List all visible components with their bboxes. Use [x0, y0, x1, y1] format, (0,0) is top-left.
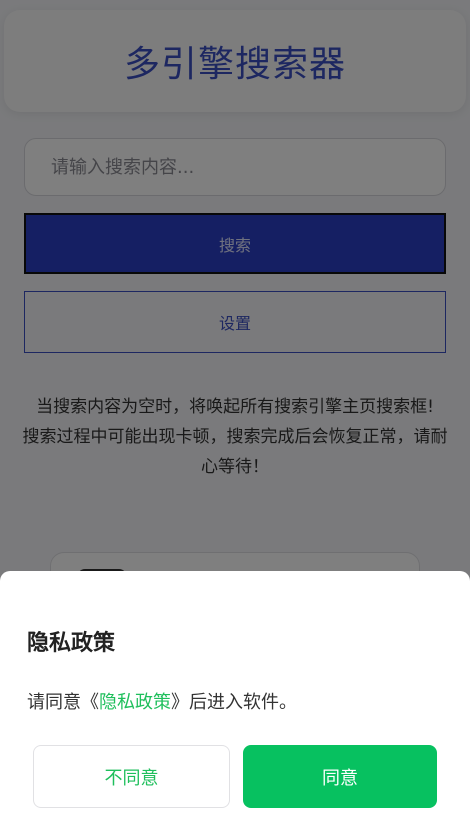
agree-button[interactable]: 同意 — [243, 745, 437, 808]
disagree-button[interactable]: 不同意 — [33, 745, 230, 808]
app-page: 多引擎搜索器 搜索 设置 当搜索内容为空时，将唤起所有搜索引擎主页搜索框! 搜索… — [0, 0, 470, 835]
privacy-dialog-body: 请同意《隐私政策》后进入软件。 — [27, 688, 297, 714]
privacy-dialog: 隐私政策 请同意《隐私政策》后进入软件。 不同意 同意 — [0, 571, 470, 835]
privacy-policy-link[interactable]: 隐私政策 — [99, 692, 171, 713]
privacy-dialog-title: 隐私政策 — [27, 631, 116, 656]
privacy-body-suffix: 》后进入软件。 — [171, 692, 297, 713]
privacy-body-prefix: 请同意《 — [27, 692, 99, 713]
